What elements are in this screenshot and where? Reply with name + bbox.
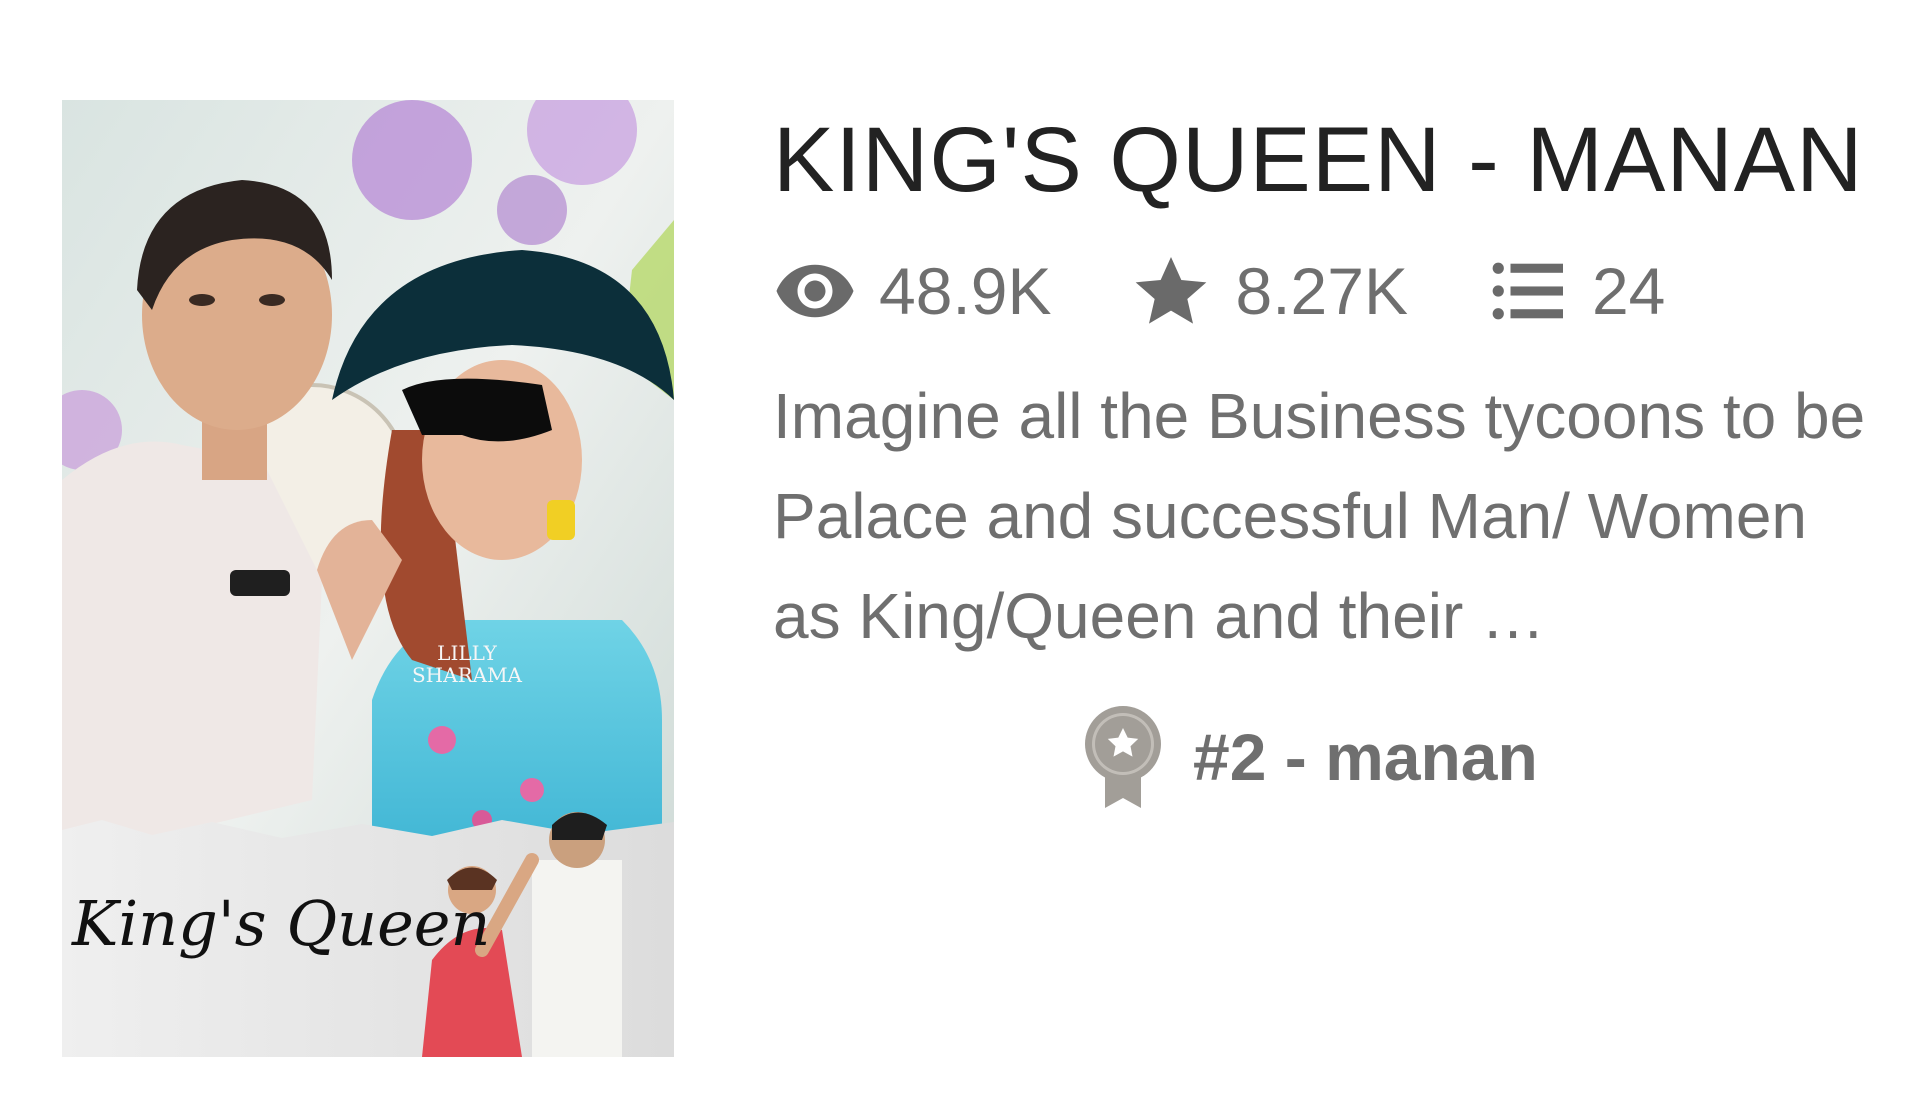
reads-count: 48.9K [879,254,1052,329]
story-stats: 48.9K 8.27K 24 [773,251,1873,331]
story-description: Imagine all the Business tycoons to be P… [773,380,1866,653]
ribbon-badge-icon [1083,704,1163,810]
ranking-text: #2 - manan [1193,720,1538,795]
parts-count: 24 [1591,254,1666,329]
cover-watermark-line2: SHARAMA [412,663,523,687]
story-info: KING'S QUEEN - MANAN 48.9K 8.27K 24 Imag… [773,109,1873,810]
story-title[interactable]: KING'S QUEEN - MANAN [773,109,1873,211]
star-icon [1129,249,1213,333]
reads-stat: 48.9K [773,249,1051,333]
votes-count: 8.27K [1235,254,1408,329]
ranking-badge[interactable]: #2 - manan [1083,704,1873,810]
cover-image[interactable]: King's Queen LILLY SHARAMA [62,100,674,1057]
cover-artwork: King's Queen LILLY SHARAMA [62,100,674,1057]
list-icon [1486,249,1570,333]
parts-stat: 24 [1486,249,1665,333]
votes-stat: 8.27K [1129,249,1408,333]
cover-script-title: King's Queen [71,887,490,960]
story-card[interactable]: King's Queen LILLY SHARAMA KING'S QUEEN … [0,0,1920,1113]
eye-icon [773,249,857,333]
cover-watermark-line1: LILLY [437,641,497,665]
